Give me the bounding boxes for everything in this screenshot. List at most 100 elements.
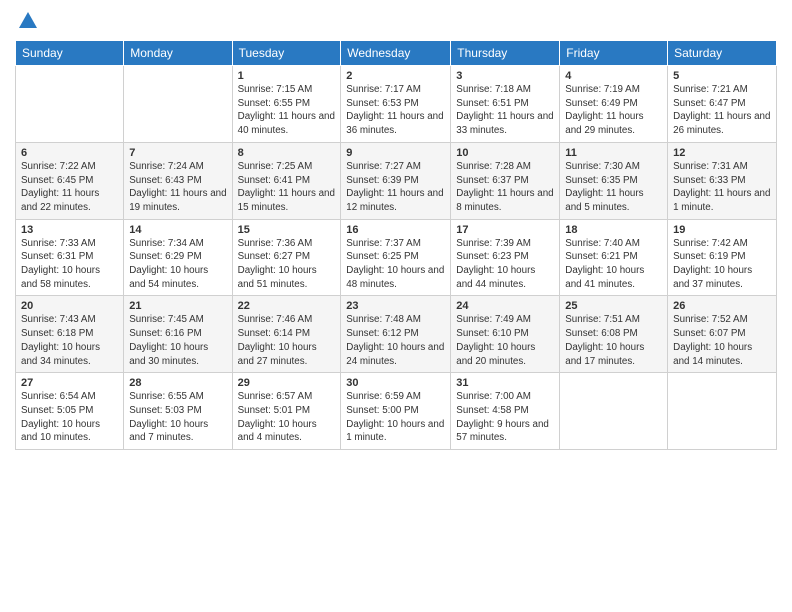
day-cell: 17Sunrise: 7:39 AMSunset: 6:23 PMDayligh… xyxy=(451,219,560,296)
day-info: Sunrise: 7:18 AMSunset: 6:51 PMDaylight:… xyxy=(456,83,554,138)
day-cell: 19Sunrise: 7:42 AMSunset: 6:19 PMDayligh… xyxy=(668,219,777,296)
day-number: 6 xyxy=(21,147,118,159)
day-number: 23 xyxy=(346,300,445,312)
day-header-wednesday: Wednesday xyxy=(341,41,451,66)
day-number: 27 xyxy=(21,377,118,389)
day-cell xyxy=(668,373,777,450)
header-row: SundayMondayTuesdayWednesdayThursdayFrid… xyxy=(16,41,777,66)
day-number: 8 xyxy=(238,147,336,159)
day-info: Sunrise: 7:19 AMSunset: 6:49 PMDaylight:… xyxy=(565,83,662,138)
day-cell: 6Sunrise: 7:22 AMSunset: 6:45 PMDaylight… xyxy=(16,142,124,219)
day-number: 17 xyxy=(456,224,554,236)
day-number: 31 xyxy=(456,377,554,389)
header xyxy=(15,10,777,32)
day-number: 13 xyxy=(21,224,118,236)
day-info: Sunrise: 6:59 AMSunset: 5:00 PMDaylight:… xyxy=(346,390,445,445)
day-info: Sunrise: 7:34 AMSunset: 6:29 PMDaylight:… xyxy=(129,237,226,292)
day-cell xyxy=(16,66,124,143)
day-info: Sunrise: 7:37 AMSunset: 6:25 PMDaylight:… xyxy=(346,237,445,292)
day-cell: 4Sunrise: 7:19 AMSunset: 6:49 PMDaylight… xyxy=(560,66,668,143)
day-number: 26 xyxy=(673,300,771,312)
day-header-monday: Monday xyxy=(124,41,232,66)
day-cell: 16Sunrise: 7:37 AMSunset: 6:25 PMDayligh… xyxy=(341,219,451,296)
day-info: Sunrise: 7:25 AMSunset: 6:41 PMDaylight:… xyxy=(238,160,336,215)
day-cell: 14Sunrise: 7:34 AMSunset: 6:29 PMDayligh… xyxy=(124,219,232,296)
day-number: 14 xyxy=(129,224,226,236)
day-cell xyxy=(560,373,668,450)
day-info: Sunrise: 7:46 AMSunset: 6:14 PMDaylight:… xyxy=(238,313,336,368)
week-row-4: 27Sunrise: 6:54 AMSunset: 5:05 PMDayligh… xyxy=(16,373,777,450)
day-info: Sunrise: 7:28 AMSunset: 6:37 PMDaylight:… xyxy=(456,160,554,215)
week-row-2: 13Sunrise: 7:33 AMSunset: 6:31 PMDayligh… xyxy=(16,219,777,296)
day-cell: 26Sunrise: 7:52 AMSunset: 6:07 PMDayligh… xyxy=(668,296,777,373)
day-info: Sunrise: 6:57 AMSunset: 5:01 PMDaylight:… xyxy=(238,390,336,445)
day-cell: 18Sunrise: 7:40 AMSunset: 6:21 PMDayligh… xyxy=(560,219,668,296)
day-cell: 10Sunrise: 7:28 AMSunset: 6:37 PMDayligh… xyxy=(451,142,560,219)
day-info: Sunrise: 7:33 AMSunset: 6:31 PMDaylight:… xyxy=(21,237,118,292)
day-cell: 24Sunrise: 7:49 AMSunset: 6:10 PMDayligh… xyxy=(451,296,560,373)
day-number: 12 xyxy=(673,147,771,159)
day-number: 10 xyxy=(456,147,554,159)
day-number: 19 xyxy=(673,224,771,236)
day-header-sunday: Sunday xyxy=(16,41,124,66)
day-header-thursday: Thursday xyxy=(451,41,560,66)
day-number: 22 xyxy=(238,300,336,312)
day-cell xyxy=(124,66,232,143)
day-cell: 25Sunrise: 7:51 AMSunset: 6:08 PMDayligh… xyxy=(560,296,668,373)
day-number: 1 xyxy=(238,70,336,82)
day-info: Sunrise: 7:00 AMSunset: 4:58 PMDaylight:… xyxy=(456,390,554,445)
day-cell: 9Sunrise: 7:27 AMSunset: 6:39 PMDaylight… xyxy=(341,142,451,219)
day-info: Sunrise: 7:51 AMSunset: 6:08 PMDaylight:… xyxy=(565,313,662,368)
day-header-saturday: Saturday xyxy=(668,41,777,66)
day-number: 4 xyxy=(565,70,662,82)
day-cell: 29Sunrise: 6:57 AMSunset: 5:01 PMDayligh… xyxy=(232,373,341,450)
week-row-1: 6Sunrise: 7:22 AMSunset: 6:45 PMDaylight… xyxy=(16,142,777,219)
day-info: Sunrise: 7:17 AMSunset: 6:53 PMDaylight:… xyxy=(346,83,445,138)
logo-text xyxy=(15,10,39,32)
logo xyxy=(15,10,39,32)
day-cell: 2Sunrise: 7:17 AMSunset: 6:53 PMDaylight… xyxy=(341,66,451,143)
day-cell: 23Sunrise: 7:48 AMSunset: 6:12 PMDayligh… xyxy=(341,296,451,373)
day-number: 9 xyxy=(346,147,445,159)
day-header-tuesday: Tuesday xyxy=(232,41,341,66)
day-cell: 21Sunrise: 7:45 AMSunset: 6:16 PMDayligh… xyxy=(124,296,232,373)
page: SundayMondayTuesdayWednesdayThursdayFrid… xyxy=(0,0,792,612)
week-row-0: 1Sunrise: 7:15 AMSunset: 6:55 PMDaylight… xyxy=(16,66,777,143)
day-info: Sunrise: 7:43 AMSunset: 6:18 PMDaylight:… xyxy=(21,313,118,368)
day-info: Sunrise: 7:45 AMSunset: 6:16 PMDaylight:… xyxy=(129,313,226,368)
day-cell: 8Sunrise: 7:25 AMSunset: 6:41 PMDaylight… xyxy=(232,142,341,219)
day-number: 16 xyxy=(346,224,445,236)
day-header-friday: Friday xyxy=(560,41,668,66)
day-info: Sunrise: 7:52 AMSunset: 6:07 PMDaylight:… xyxy=(673,313,771,368)
day-cell: 27Sunrise: 6:54 AMSunset: 5:05 PMDayligh… xyxy=(16,373,124,450)
day-cell: 7Sunrise: 7:24 AMSunset: 6:43 PMDaylight… xyxy=(124,142,232,219)
calendar-table: SundayMondayTuesdayWednesdayThursdayFrid… xyxy=(15,40,777,450)
day-number: 2 xyxy=(346,70,445,82)
day-number: 11 xyxy=(565,147,662,159)
day-cell: 5Sunrise: 7:21 AMSunset: 6:47 PMDaylight… xyxy=(668,66,777,143)
day-info: Sunrise: 7:21 AMSunset: 6:47 PMDaylight:… xyxy=(673,83,771,138)
day-cell: 20Sunrise: 7:43 AMSunset: 6:18 PMDayligh… xyxy=(16,296,124,373)
day-cell: 1Sunrise: 7:15 AMSunset: 6:55 PMDaylight… xyxy=(232,66,341,143)
day-cell: 15Sunrise: 7:36 AMSunset: 6:27 PMDayligh… xyxy=(232,219,341,296)
day-number: 7 xyxy=(129,147,226,159)
day-cell: 31Sunrise: 7:00 AMSunset: 4:58 PMDayligh… xyxy=(451,373,560,450)
day-info: Sunrise: 7:27 AMSunset: 6:39 PMDaylight:… xyxy=(346,160,445,215)
day-number: 29 xyxy=(238,377,336,389)
day-info: Sunrise: 7:49 AMSunset: 6:10 PMDaylight:… xyxy=(456,313,554,368)
day-number: 24 xyxy=(456,300,554,312)
week-row-3: 20Sunrise: 7:43 AMSunset: 6:18 PMDayligh… xyxy=(16,296,777,373)
day-number: 15 xyxy=(238,224,336,236)
day-info: Sunrise: 7:42 AMSunset: 6:19 PMDaylight:… xyxy=(673,237,771,292)
day-info: Sunrise: 7:30 AMSunset: 6:35 PMDaylight:… xyxy=(565,160,662,215)
day-info: Sunrise: 7:22 AMSunset: 6:45 PMDaylight:… xyxy=(21,160,118,215)
day-cell: 13Sunrise: 7:33 AMSunset: 6:31 PMDayligh… xyxy=(16,219,124,296)
day-cell: 11Sunrise: 7:30 AMSunset: 6:35 PMDayligh… xyxy=(560,142,668,219)
logo-icon xyxy=(17,10,39,32)
day-number: 18 xyxy=(565,224,662,236)
day-cell: 30Sunrise: 6:59 AMSunset: 5:00 PMDayligh… xyxy=(341,373,451,450)
day-number: 21 xyxy=(129,300,226,312)
day-info: Sunrise: 7:39 AMSunset: 6:23 PMDaylight:… xyxy=(456,237,554,292)
day-number: 3 xyxy=(456,70,554,82)
day-number: 30 xyxy=(346,377,445,389)
